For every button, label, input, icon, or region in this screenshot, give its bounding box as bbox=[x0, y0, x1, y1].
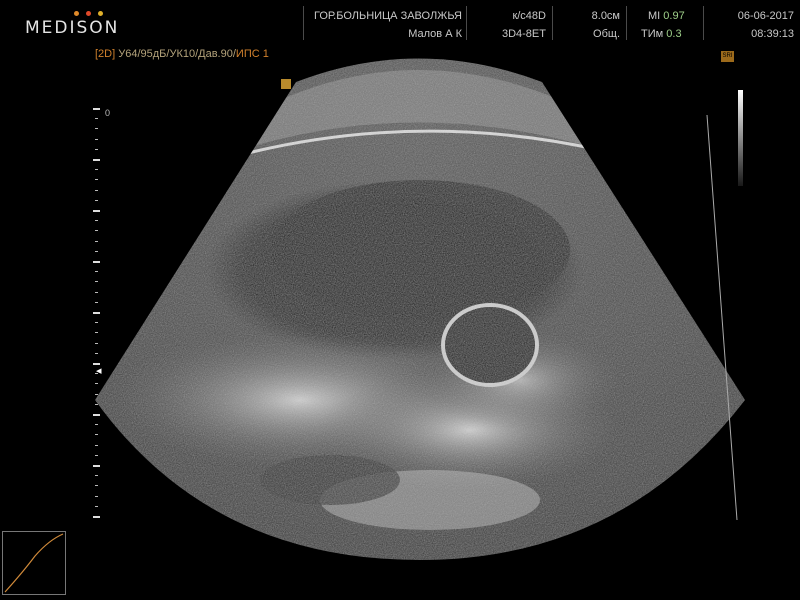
depth-tick bbox=[95, 434, 98, 436]
depth-tick bbox=[93, 465, 100, 467]
focus-marker-icon[interactable]: ◂ bbox=[96, 364, 102, 377]
depth-tick bbox=[95, 505, 98, 507]
operator-name: Малов А К bbox=[408, 28, 462, 40]
header-bar: MEDISON ГОР.БОЛЬНИЦА ЗАВОЛЖЬЯ Малов А К … bbox=[0, 0, 800, 46]
mi-value: 0.97 bbox=[663, 10, 685, 22]
depth-tick bbox=[95, 444, 98, 446]
tim-label: ТИм bbox=[641, 28, 664, 40]
depth-tick bbox=[95, 424, 98, 426]
depth-tick bbox=[95, 352, 98, 354]
depth-tick bbox=[95, 199, 98, 201]
mode-label: [2D] bbox=[95, 48, 116, 60]
tgc-curve bbox=[4, 533, 64, 593]
depth-tick bbox=[95, 485, 98, 487]
depth-tick bbox=[95, 128, 98, 130]
dot-yellow bbox=[98, 11, 103, 16]
sri-badge-icon: SRI bbox=[721, 51, 734, 62]
depth-tick bbox=[93, 516, 100, 518]
depth-tick bbox=[95, 322, 98, 324]
depth-tick bbox=[95, 291, 98, 293]
depth-tick bbox=[93, 159, 100, 161]
depth-tick bbox=[95, 403, 98, 405]
depth-tick bbox=[95, 342, 98, 344]
mi-label: MI bbox=[648, 10, 661, 22]
ips-label: ИПС 1 bbox=[235, 48, 269, 60]
brand-logo: MEDISON bbox=[25, 18, 120, 38]
probe-orientation-icon bbox=[281, 79, 291, 89]
depth-tick bbox=[95, 230, 98, 232]
depth-tick bbox=[95, 118, 98, 120]
depth-tick bbox=[95, 240, 98, 242]
depth-tick bbox=[95, 393, 98, 395]
depth-tick bbox=[95, 281, 98, 283]
exam-type: Общ. bbox=[593, 28, 620, 40]
depth-tick bbox=[95, 220, 98, 222]
depth-tick bbox=[95, 179, 98, 181]
depth-tick bbox=[95, 271, 98, 273]
settings-label: У64/95дБ/УК10/Дав.90/ bbox=[115, 48, 236, 60]
dot-red bbox=[86, 11, 91, 16]
time-label: 08:39:13 bbox=[751, 28, 794, 40]
tim-value: 0.3 bbox=[666, 28, 682, 40]
depth-tick bbox=[95, 301, 98, 303]
mi-readout: MI 0.97 bbox=[648, 10, 685, 22]
greyscale-bar bbox=[738, 90, 743, 186]
depth-tick bbox=[93, 261, 100, 263]
divider bbox=[626, 6, 627, 40]
depth-tick bbox=[95, 454, 98, 456]
dot-orange bbox=[74, 11, 79, 16]
tgc-curve-box bbox=[2, 531, 66, 595]
depth-tick bbox=[93, 210, 100, 212]
ultrasound-image bbox=[95, 58, 745, 560]
divider bbox=[552, 6, 553, 40]
depth-tick bbox=[93, 108, 100, 110]
divider bbox=[466, 6, 467, 40]
brand-dots bbox=[74, 11, 106, 17]
depth-tick bbox=[93, 312, 100, 314]
depth-tick bbox=[95, 495, 98, 497]
depth-tick bbox=[95, 138, 98, 140]
depth-tick bbox=[95, 332, 98, 334]
hospital-name: ГОР.БОЛЬНИЦА ЗАВОЛЖЬЯ bbox=[314, 10, 462, 22]
date-label: 06-06-2017 bbox=[737, 10, 794, 22]
depth-tick bbox=[95, 475, 98, 477]
depth-tick bbox=[95, 383, 98, 385]
depth-zero-label: 0 bbox=[105, 108, 111, 118]
depth-tick bbox=[93, 414, 100, 416]
depth-value: 8.0см bbox=[591, 10, 620, 22]
depth-scale bbox=[90, 108, 110, 518]
tim-readout: ТИм 0.3 bbox=[641, 28, 682, 40]
depth-tick bbox=[95, 148, 98, 150]
depth-tick bbox=[95, 189, 98, 191]
probe-label: 3D4-8ET bbox=[501, 28, 546, 40]
preset-label: к/с48D bbox=[512, 10, 546, 22]
imaging-params: [2D] У64/95дБ/УК10/Дав.90/ИПС 1 bbox=[95, 48, 269, 60]
depth-tick bbox=[95, 169, 98, 171]
divider bbox=[703, 6, 704, 40]
depth-tick bbox=[95, 250, 98, 252]
